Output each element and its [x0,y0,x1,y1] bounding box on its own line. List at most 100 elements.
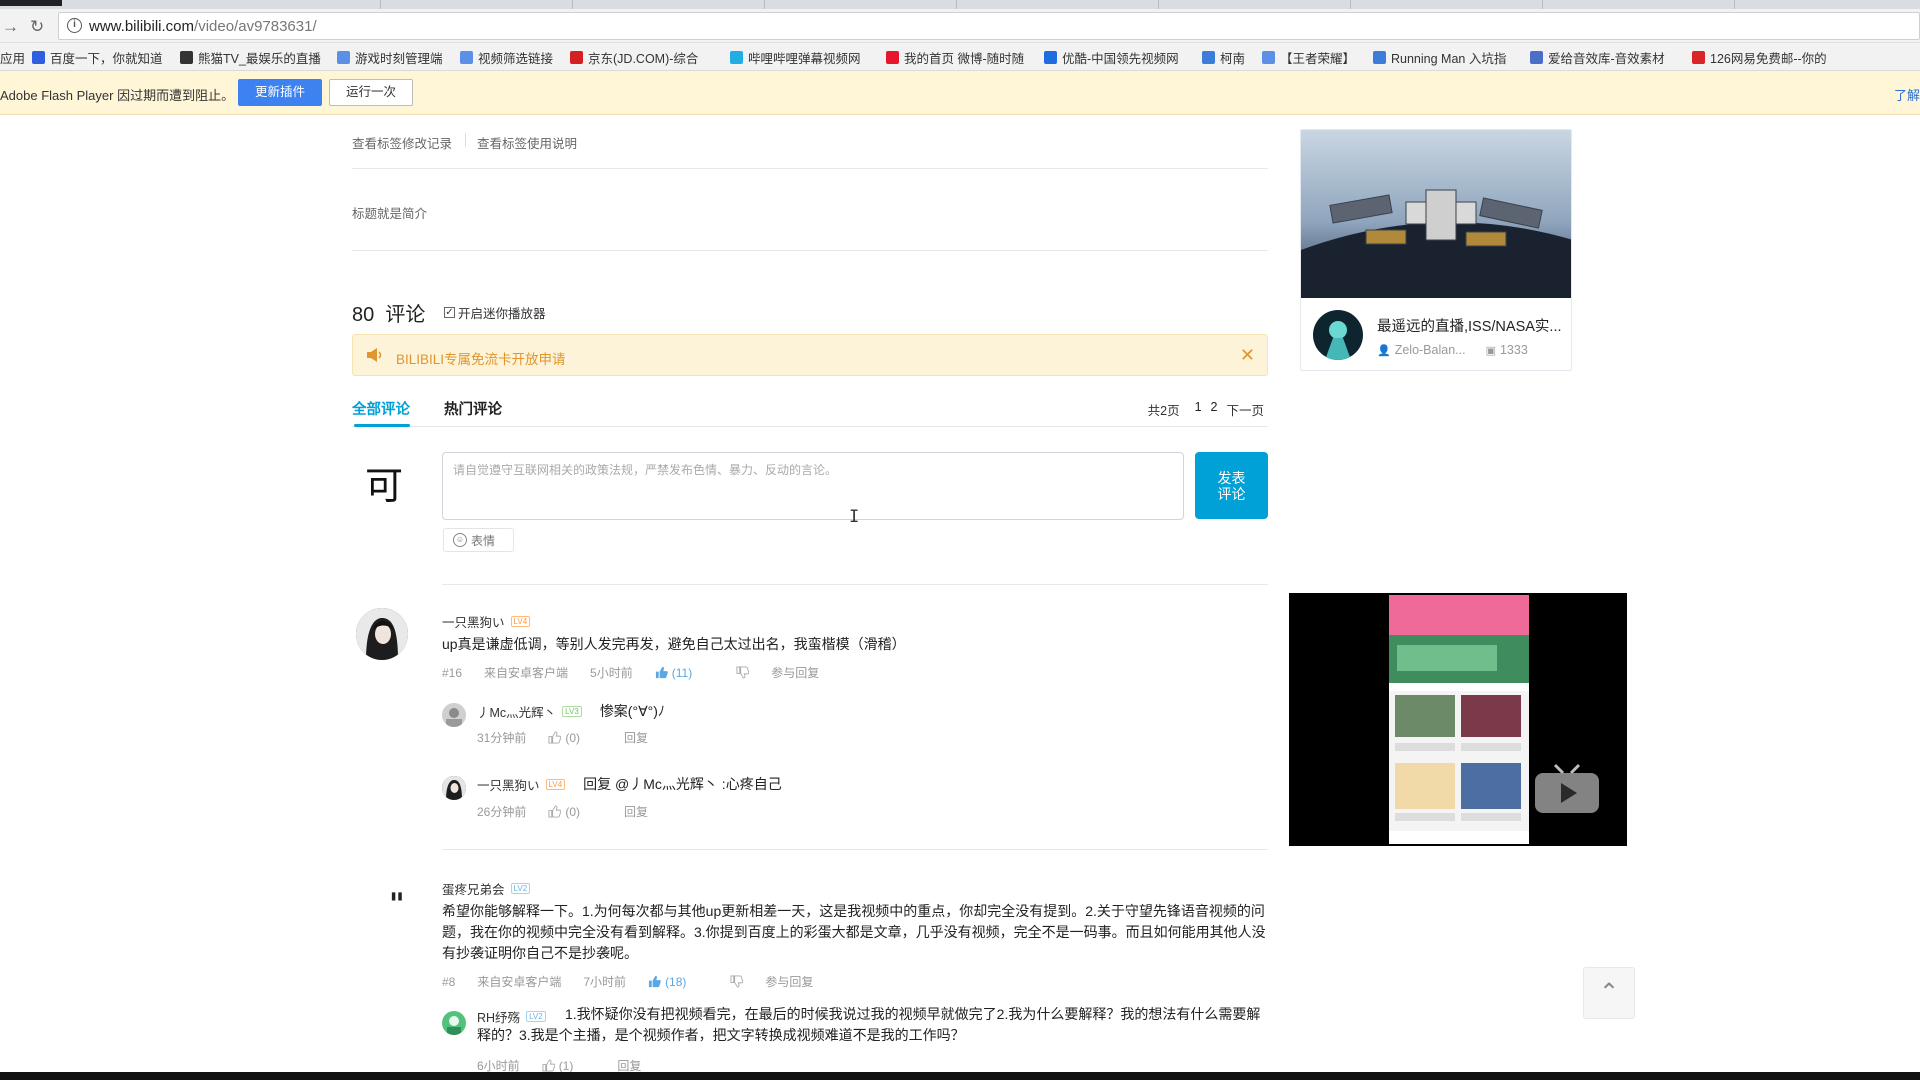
checkbox-checked-icon[interactable]: ✓ [444,307,455,318]
bookmark-item[interactable]: 柯南 [1202,48,1245,67]
bookmark-label: 126网易免费邮--你的 [1710,52,1827,66]
tab-all-comments[interactable]: 全部评论 [352,398,410,419]
next-page-link[interactable]: 下一页 [1226,400,1264,419]
tag-help-link[interactable]: 查看标签使用说明 [477,133,577,152]
reply-link[interactable]: 回复 [624,803,648,820]
dislike-button[interactable] [736,666,750,679]
rec-plays: ▣ 1333 [1486,343,1528,357]
thumbs-up-icon[interactable] [548,731,562,744]
divider [442,849,1268,850]
bookmark-item[interactable]: 应用 [0,48,25,67]
app-promo-ad[interactable] [1289,593,1627,846]
username[interactable]: 蛋疼兄弟会 [442,879,505,898]
avatar[interactable] [442,776,466,800]
bookmark-item[interactable]: Running Man 入坑指 [1373,48,1506,67]
thumbs-up-icon[interactable] [648,975,661,988]
reply-link[interactable]: 回复 [624,729,648,746]
like-button[interactable]: (1) [542,1059,596,1073]
run-once-button[interactable]: 运行一次 [329,79,413,106]
comment-textarea[interactable]: 请自觉遵守互联网相关的政策法规，严禁发布色情、暴力、反动的言论。 [442,452,1184,520]
tab-hot-comments[interactable]: 热门评论 [444,398,502,419]
reply-link[interactable]: 参与回复 [765,973,813,990]
bookmark-item[interactable]: 百度一下，你就知道 [32,48,163,67]
video-thumbnail[interactable] [1301,130,1572,298]
rec-video-meta: 👤 Zelo-Balan... ▣ 1333 [1377,343,1528,357]
recommended-video-card[interactable]: 最遥远的直播,ISS/NASA实... 👤 Zelo-Balan... ▣ 1333 [1300,129,1572,371]
url-text[interactable]: www.bilibili.com/video/av9783631/ [89,18,317,35]
bookmark-item[interactable]: 哔哩哔哩弹幕视频网 [730,48,861,67]
uploader-avatar[interactable] [1313,310,1363,360]
site-info-icon[interactable]: i [67,18,82,33]
like-button[interactable]: (0) [548,805,602,819]
notice-text[interactable]: BILIBILI专属免流卡开放申请 [396,348,566,368]
bookmark-label: 百度一下，你就知道 [50,52,163,66]
jd-icon [570,51,583,64]
thumbs-up-icon[interactable] [548,805,562,818]
link-separator [465,133,466,147]
page-2-link[interactable]: 2 [1211,400,1218,419]
avatar[interactable] [442,703,466,727]
bookmark-label: 应用 [0,52,26,66]
bookmark-item[interactable]: 爱给音效库-音效素材 [1530,48,1665,67]
comment-source: 来自安卓客户端 [484,666,569,680]
address-bar[interactable]: i www.bilibili.com/video/av9783631/ [58,12,1920,40]
thumbs-up-icon[interactable] [542,1059,555,1072]
level-badge: LV4 [510,616,531,627]
mini-player-checkbox[interactable]: ✓ 开启迷你播放器 [444,303,546,322]
avatar[interactable] [356,608,408,660]
learn-more-link[interactable]: 了解 [1894,85,1920,104]
back-to-top-button[interactable]: ⌃ [1583,967,1635,1019]
avatar[interactable]: " [372,878,424,930]
rec-video-title[interactable]: 最遥远的直播,ISS/NASA实... [1377,315,1562,336]
reload-icon[interactable]: ↻ [30,17,44,37]
comment-meta: #16 来自安卓客户端 5小时前 (11) 参与回复 [442,664,841,681]
forward-icon[interactable]: → [2,17,19,37]
bookmark-item[interactable]: 优酷-中国领先视频网 [1044,48,1179,67]
text-cursor-icon: I [849,507,860,527]
rec-up[interactable]: 👤 Zelo-Balan... [1377,343,1466,357]
bookmark-item[interactable]: 京东(JD.COM)-综合 [570,48,698,67]
notice-banner[interactable]: BILIBILI专属免流卡开放申请 ✕ [352,334,1268,376]
bookmark-label: 爱给音效库-音效素材 [1548,52,1665,66]
avatar[interactable]: 可 [360,462,408,510]
bookmark-item[interactable]: 熊猫TV_最娱乐的直播 [180,48,321,67]
emoji-button[interactable]: ☺ 表情 [443,528,514,552]
close-icon[interactable]: ✕ [1240,345,1255,366]
page-1-link[interactable]: 1 [1195,400,1202,419]
bookmark-label: 游戏时刻管理端 [355,52,443,66]
like-button[interactable]: (18) [648,975,708,989]
like-button[interactable]: (11) [655,666,714,680]
bookmark-item[interactable]: 【王者荣耀】 [1262,48,1355,67]
username[interactable]: 丿Mc灬光辉丶 [477,702,556,721]
level-badge: LV3 [562,705,582,717]
username[interactable]: 一只黑狗い [477,775,540,794]
like-button[interactable]: (0) [548,731,602,745]
avatar[interactable] [442,1011,466,1035]
update-plugin-button[interactable]: 更新插件 [238,79,322,106]
bookmark-label: 优酷-中国领先视频网 [1062,52,1179,66]
speaker-icon [367,348,382,362]
thumbs-down-icon[interactable] [736,666,750,679]
divider [442,584,1268,585]
reply-link[interactable]: 参与回复 [771,664,819,681]
submit-comment-button[interactable]: 发表 评论 [1195,452,1268,519]
dislike-button[interactable] [730,975,744,988]
comment-time: 5小时前 [590,666,633,680]
bookmark-item[interactable]: 游戏时刻管理端 [337,48,443,67]
username[interactable]: 一只黑狗い [442,612,505,631]
bookmark-item[interactable]: 126网易免费邮--你的 [1692,48,1827,67]
user-portrait-icon [356,608,408,660]
thumbs-down-icon[interactable] [730,975,744,988]
bookmark-item[interactable]: 我的首页 微博-随时随 [886,48,1024,67]
bookmark-item[interactable]: 视频筛选链接 [460,48,553,67]
tag-history-link[interactable]: 查看标签修改记录 [352,133,452,152]
active-tab-indicator[interactable] [0,0,62,6]
comment-count-heading: 80 评论 [352,304,426,326]
reply-text: 1.我怀疑你没有把视频看完，在最后的时候我说过我的视频早就做完了2.我为什么要解… [477,1006,1261,1043]
mini-player-label: 开启迷你播放器 [458,307,546,321]
comment-placeholder: 请自觉遵守互联网相关的政策法规，严禁发布色情、暴力、反动的言论。 [453,463,838,477]
tv-play-icon[interactable] [1533,763,1601,815]
thumbs-up-icon[interactable] [655,666,668,679]
bookmark-icon [1202,51,1215,64]
comment-tabs: 全部评论 热门评论 共2页 1 2 下一页 [352,395,1268,427]
